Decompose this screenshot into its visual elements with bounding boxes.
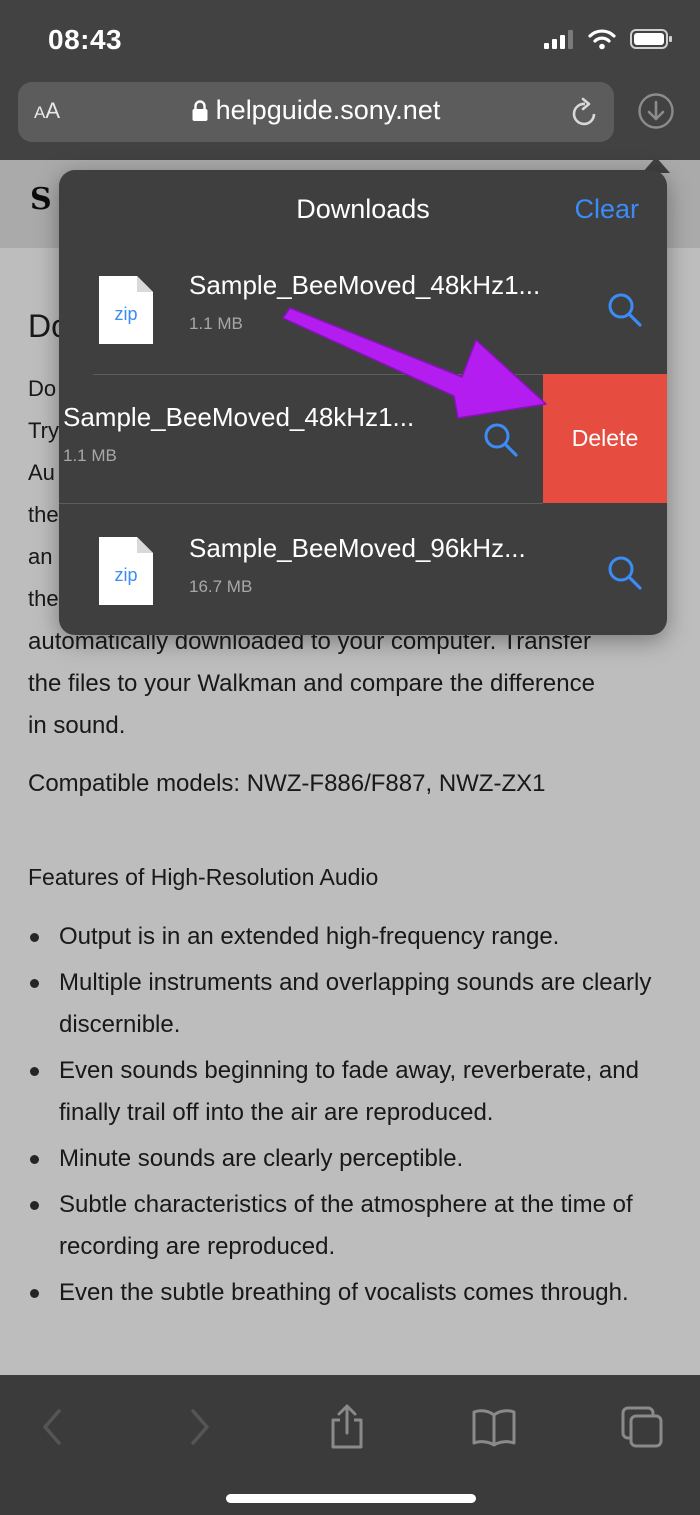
search-icon[interactable]	[607, 292, 643, 333]
search-icon[interactable]	[483, 422, 519, 463]
file-size: 1.1 MB	[63, 446, 117, 465]
file-size: 1.1 MB	[189, 314, 243, 333]
download-item-swiped[interactable]: Sample_BeeMoved_48kHz1... 1.1 MB Delete	[59, 374, 667, 503]
reload-icon[interactable]	[570, 96, 600, 133]
file-name: Sample_BeeMoved_96kHz...	[189, 533, 526, 563]
status-icons	[544, 28, 672, 55]
file-name: Sample_BeeMoved_48kHz1...	[63, 402, 415, 432]
zip-file-icon: zip	[97, 274, 155, 351]
battery-icon	[630, 28, 672, 55]
wifi-icon	[588, 28, 616, 55]
home-indicator[interactable]	[226, 1494, 476, 1503]
back-icon[interactable]	[24, 1399, 80, 1455]
url-display[interactable]: helpguide.sony.net	[18, 95, 614, 129]
delete-button[interactable]: Delete	[543, 374, 667, 503]
downloads-popover: Downloads Clear zip Sample_BeeMoved_48kH…	[59, 170, 667, 635]
file-name: Sample_BeeMoved_48kHz1...	[189, 270, 541, 300]
download-item[interactable]: zip Sample_BeeMoved_48kHz1... 1.1 MB	[59, 246, 667, 374]
status-time: 08:43	[48, 24, 123, 55]
lock-icon	[192, 98, 208, 129]
downloads-icon[interactable]	[637, 92, 675, 130]
signal-icon	[544, 29, 574, 54]
zip-file-icon: zip	[97, 535, 155, 612]
svg-text:zip: zip	[114, 565, 137, 585]
bookmarks-icon[interactable]	[466, 1399, 522, 1455]
forward-icon[interactable]	[172, 1399, 228, 1455]
tabs-icon[interactable]	[614, 1399, 670, 1455]
url-text: helpguide.sony.net	[215, 95, 441, 125]
search-icon[interactable]	[607, 555, 643, 596]
clear-button[interactable]: Clear	[574, 194, 639, 225]
share-icon[interactable]	[319, 1399, 375, 1455]
svg-text:zip: zip	[114, 304, 137, 324]
file-size: 16.7 MB	[189, 577, 253, 596]
address-bar[interactable]: AA helpguide.sony.net	[18, 82, 614, 142]
browser-top-chrome: 08:43 AA helpguide.sony.net	[0, 0, 700, 160]
download-item[interactable]: zip Sample_BeeMoved_96kHz... 16.7 MB	[59, 503, 667, 635]
